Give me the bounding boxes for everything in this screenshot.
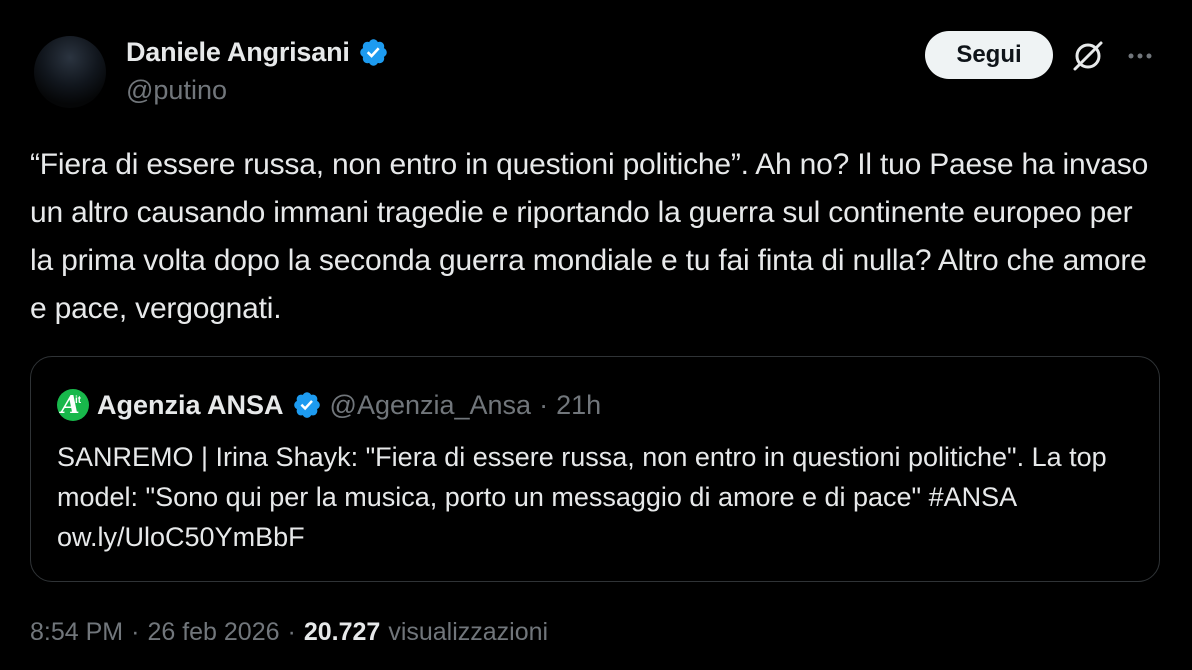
- quoted-tweet[interactable]: A it Agenzia ANSA @Agenzia_Ansa · 21h SA…: [30, 356, 1160, 582]
- quoted-author-handle[interactable]: @Agenzia_Ansa: [330, 390, 532, 421]
- ansa-logo-avatar[interactable]: A it: [57, 389, 89, 421]
- quoted-time[interactable]: 21h: [556, 390, 601, 421]
- meta-separator-2: ·: [287, 618, 296, 646]
- author-handle[interactable]: @putino: [126, 75, 389, 106]
- tweet-container: Daniele Angrisani @putino Segui “Fiera d…: [0, 0, 1192, 670]
- quoted-verified-badge-icon: [293, 392, 320, 418]
- grok-icon[interactable]: [1070, 38, 1106, 74]
- quoted-separator: ·: [539, 389, 549, 420]
- tweet-time[interactable]: 8:54 PM: [30, 618, 123, 647]
- tweet-meta: 8:54 PM · 26 feb 2026 · 20.727 visualizz…: [30, 618, 548, 647]
- author-name[interactable]: Daniele Angrisani: [126, 37, 350, 68]
- quoted-author-name[interactable]: Agenzia ANSA: [97, 390, 284, 421]
- meta-separator-1: ·: [131, 618, 140, 646]
- tweet-text: “Fiera di essere russa, non entro in que…: [30, 148, 1149, 325]
- author-block: Daniele Angrisani @putino: [126, 33, 389, 106]
- views-label: visualizzazioni: [388, 618, 549, 646]
- tweet-date[interactable]: 26 feb 2026: [147, 618, 279, 647]
- follow-button[interactable]: Segui: [925, 31, 1053, 79]
- author-name-row: Daniele Angrisani: [126, 33, 389, 71]
- views-count[interactable]: 20.727: [304, 618, 380, 647]
- more-icon[interactable]: [1124, 40, 1156, 72]
- ansa-logo-sub: it: [75, 395, 82, 406]
- quoted-tweet-text: SANREMO | Irina Shayk: "Fiera di essere …: [57, 442, 1107, 552]
- author-avatar[interactable]: [34, 36, 106, 108]
- quoted-tweet-header: A it Agenzia ANSA @Agenzia_Ansa · 21h: [57, 385, 601, 425]
- verified-badge-icon: [359, 38, 387, 66]
